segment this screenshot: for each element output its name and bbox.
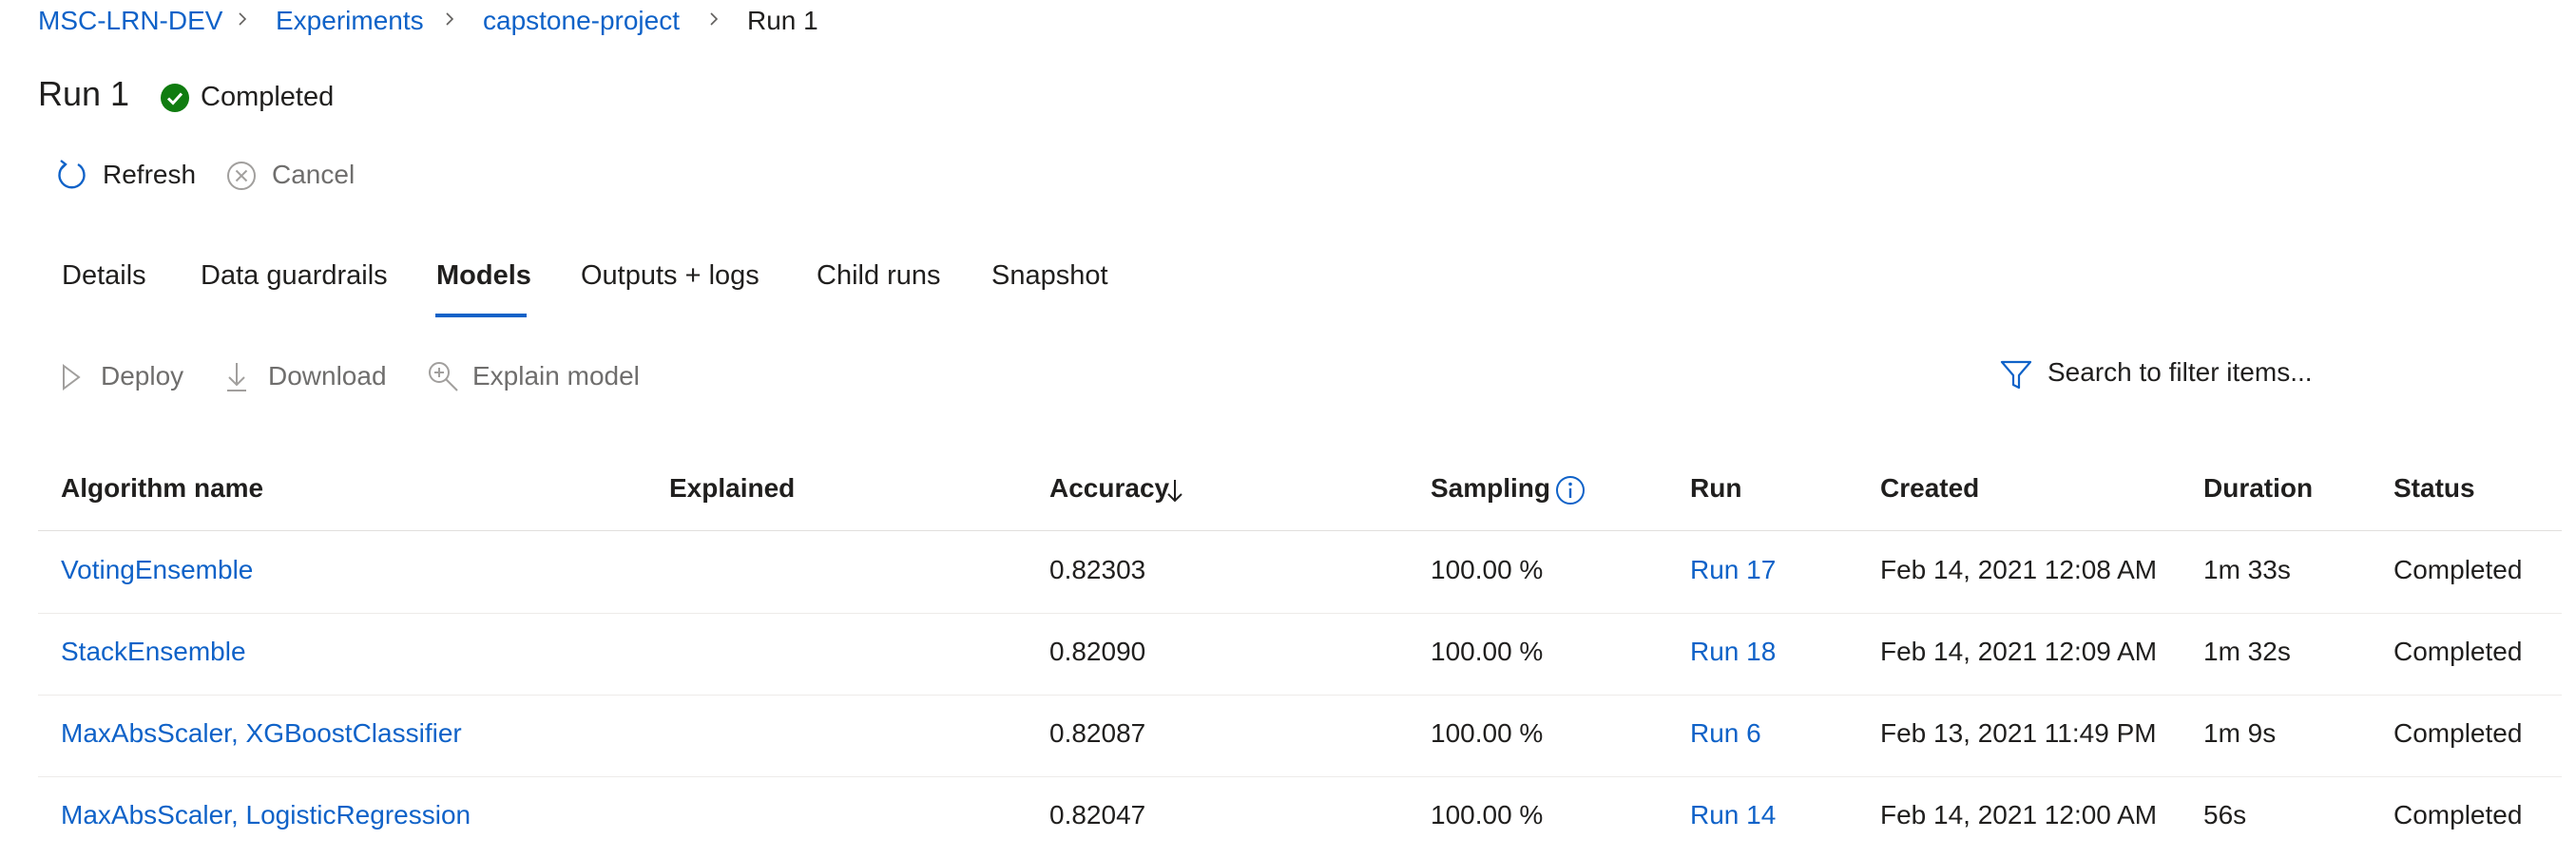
accuracy-cell: 0.82303 xyxy=(1049,555,1146,584)
selected-tab-indicator xyxy=(435,314,527,317)
column-header-status[interactable]: Status xyxy=(2393,473,2475,504)
deploy-button[interactable]: Deploy xyxy=(61,357,194,397)
refresh-label: Refresh xyxy=(103,160,197,189)
explain-model-button[interactable]: Explain model xyxy=(426,357,644,397)
status-cell: Completed xyxy=(2393,637,2523,666)
cancel-icon xyxy=(226,161,257,191)
duration-cell: 56s xyxy=(2203,800,2247,829)
breadcrumb-current: Run 1 xyxy=(747,6,818,35)
arrow-down-icon xyxy=(1166,479,1183,504)
created-cell: Feb 14, 2021 12:09 AM xyxy=(1880,637,2158,666)
breadcrumb-workspace[interactable]: MSC-LRN-DEV xyxy=(38,6,222,36)
algorithm-link[interactable]: MaxAbsScaler, LogisticRegression xyxy=(61,800,471,830)
column-header-explained[interactable]: Explained xyxy=(669,473,795,504)
breadcrumb-experiment[interactable]: capstone-project xyxy=(483,6,680,36)
column-header-sampling[interactable]: Sampling xyxy=(1431,473,1550,504)
tab-models[interactable]: Models xyxy=(436,260,531,292)
search-input[interactable]: Search to filter items... xyxy=(2000,355,2399,395)
column-header-run[interactable]: Run xyxy=(1690,473,1741,504)
tab-outputs-logs[interactable]: Outputs + logs xyxy=(581,260,759,292)
run-link[interactable]: Run 18 xyxy=(1690,637,1776,667)
tab-child-runs[interactable]: Child runs xyxy=(817,260,941,292)
accuracy-cell: 0.82047 xyxy=(1049,800,1146,829)
table-row[interactable]: StackEnsemble 0.82090 100.00 % Run 18 Fe… xyxy=(38,613,2562,696)
filter-icon xyxy=(2000,359,2032,391)
column-header-duration[interactable]: Duration xyxy=(2203,473,2313,504)
run-link[interactable]: Run 14 xyxy=(1690,800,1776,830)
zoom-in-icon xyxy=(426,359,460,393)
sampling-cell: 100.00 % xyxy=(1431,800,1544,829)
run-link[interactable]: Run 17 xyxy=(1690,555,1776,585)
sampling-cell: 100.00 % xyxy=(1431,718,1544,748)
column-header-accuracy[interactable]: Accuracy xyxy=(1049,473,1169,504)
table-row[interactable]: MaxAbsScaler, LogisticRegression 0.82047… xyxy=(38,776,2562,858)
page-title: Run 1 xyxy=(38,74,130,113)
algorithm-link[interactable]: StackEnsemble xyxy=(61,637,246,667)
cancel-button[interactable]: Cancel xyxy=(226,157,359,195)
chevron-right-icon xyxy=(707,12,721,26)
duration-cell: 1m 33s xyxy=(2203,555,2291,584)
created-cell: Feb 13, 2021 11:49 PM xyxy=(1880,718,2157,748)
deploy-label: Deploy xyxy=(101,361,184,391)
search-placeholder: Search to filter items... xyxy=(2047,357,2313,387)
duration-cell: 1m 9s xyxy=(2203,718,2277,748)
tab-details[interactable]: Details xyxy=(62,260,146,292)
chevron-right-icon xyxy=(443,12,456,26)
status-check-icon xyxy=(160,83,190,113)
algorithm-link[interactable]: MaxAbsScaler, XGBoostClassifier xyxy=(61,718,462,749)
status-cell: Completed xyxy=(2393,718,2523,748)
status-cell: Completed xyxy=(2393,555,2523,584)
refresh-button[interactable]: Refresh xyxy=(55,157,198,195)
column-header-algorithm[interactable]: Algorithm name xyxy=(61,473,263,504)
run-link[interactable]: Run 6 xyxy=(1690,718,1761,749)
table-row[interactable]: MaxAbsScaler, XGBoostClassifier 0.82087 … xyxy=(38,695,2562,777)
tab-data-guardrails[interactable]: Data guardrails xyxy=(201,260,388,292)
sampling-cell: 100.00 % xyxy=(1431,637,1544,666)
status-badge: Completed xyxy=(201,82,335,112)
chevron-right-icon xyxy=(236,12,249,26)
tab-snapshot[interactable]: Snapshot xyxy=(991,260,1108,292)
download-button[interactable]: Download xyxy=(224,357,395,397)
download-label: Download xyxy=(268,361,387,391)
refresh-icon xyxy=(55,159,87,193)
info-icon[interactable] xyxy=(1555,475,1586,505)
download-icon xyxy=(224,361,249,393)
status-cell: Completed xyxy=(2393,800,2523,829)
duration-cell: 1m 32s xyxy=(2203,637,2291,666)
created-cell: Feb 14, 2021 12:08 AM xyxy=(1880,555,2158,584)
table-row[interactable]: VotingEnsemble 0.82303 100.00 % Run 17 F… xyxy=(38,531,2562,614)
algorithm-link[interactable]: VotingEnsemble xyxy=(61,555,253,585)
accuracy-cell: 0.82087 xyxy=(1049,718,1146,748)
breadcrumb-experiments[interactable]: Experiments xyxy=(276,6,424,36)
accuracy-cell: 0.82090 xyxy=(1049,637,1146,666)
cancel-label: Cancel xyxy=(272,160,356,189)
explain-model-label: Explain model xyxy=(472,361,640,391)
created-cell: Feb 14, 2021 12:00 AM xyxy=(1880,800,2158,829)
play-icon xyxy=(61,363,82,391)
column-header-created[interactable]: Created xyxy=(1880,473,1979,504)
sampling-cell: 100.00 % xyxy=(1431,555,1544,584)
